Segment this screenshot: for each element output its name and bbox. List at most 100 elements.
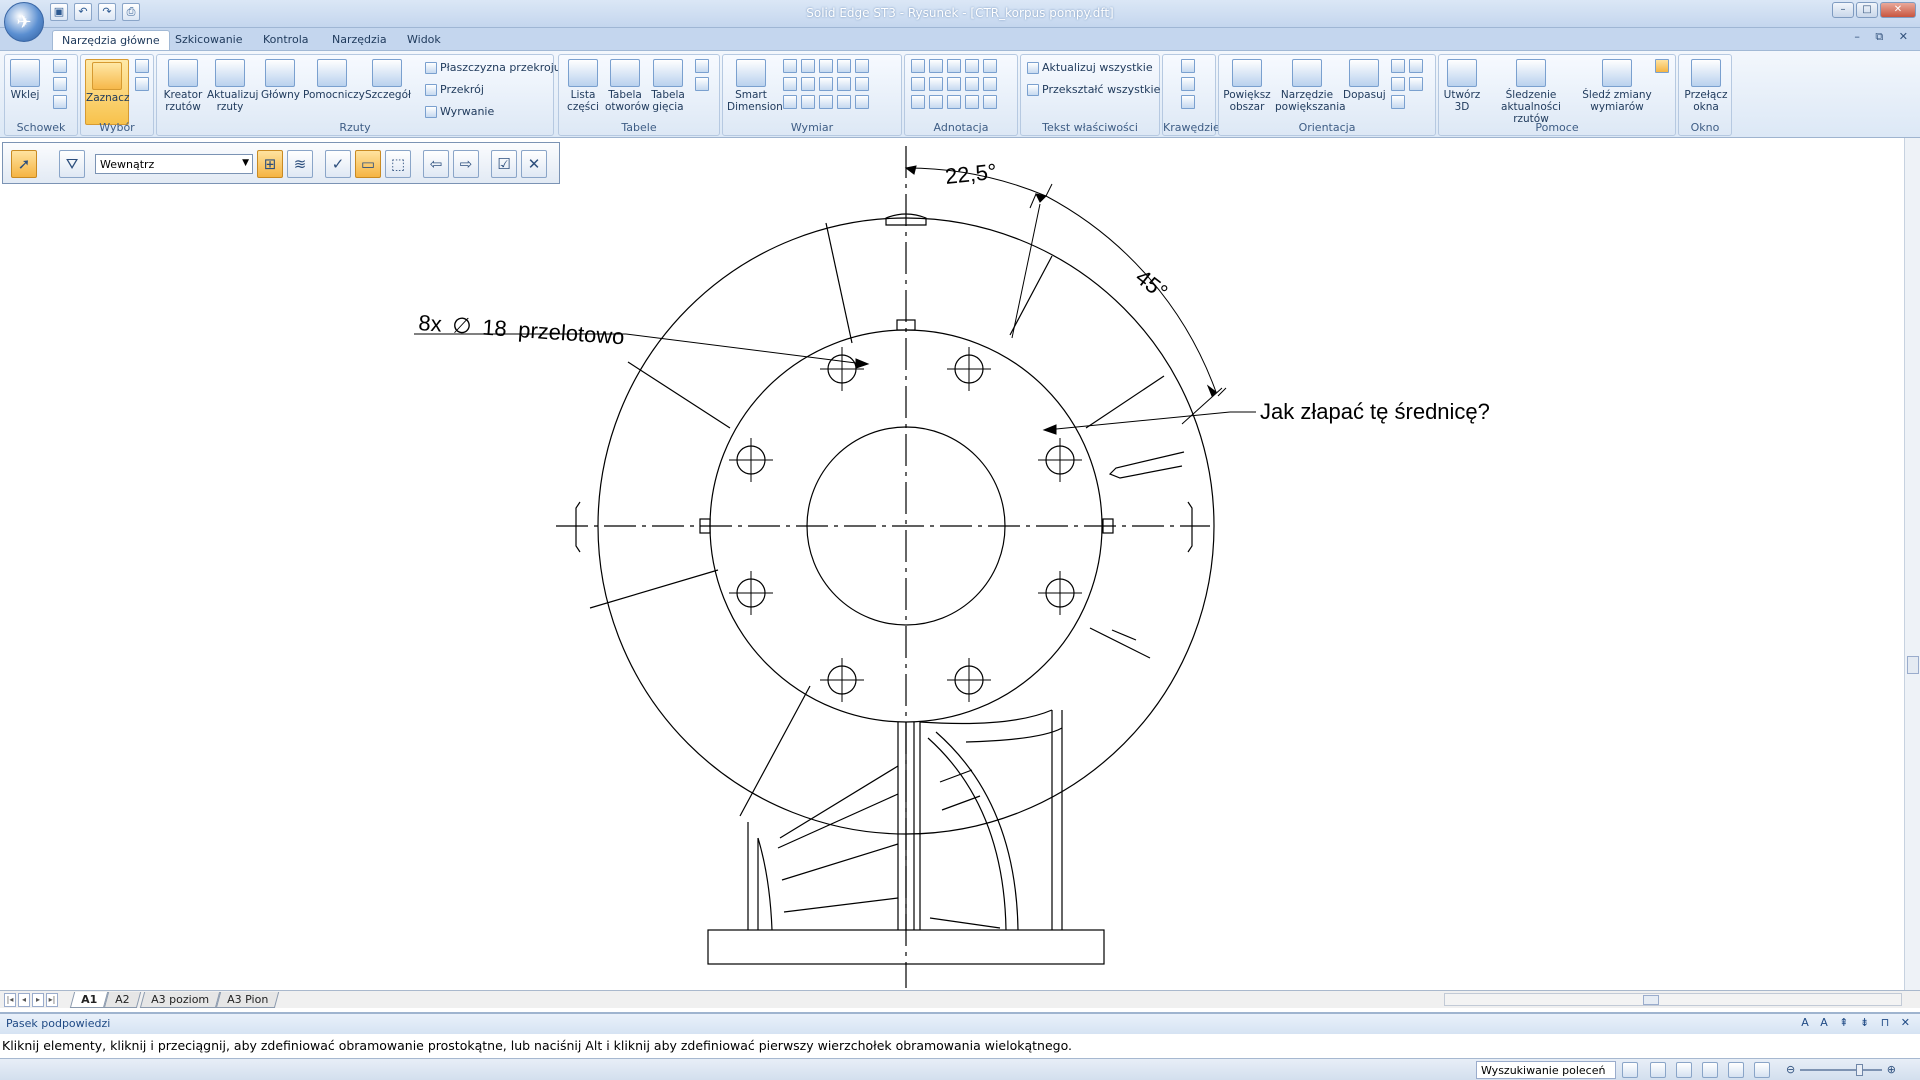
leader-icon[interactable] (911, 59, 925, 73)
callout-icon[interactable] (929, 95, 943, 109)
zoom-in-icon[interactable]: ⊕ (1887, 1063, 1896, 1076)
centerline-icon[interactable] (983, 77, 997, 91)
cancel-button[interactable]: ✕ (521, 150, 547, 178)
accept-button[interactable]: ☑ (491, 150, 517, 178)
back-button[interactable]: ⇦ (423, 150, 449, 178)
last-sheet-button[interactable]: ▸| (46, 993, 58, 1007)
track-dimension-changes-button[interactable]: Śledź zmiany wymiarów (1581, 59, 1653, 113)
select-top-button[interactable]: ⊞ (257, 150, 283, 178)
forward-button[interactable]: ⇨ (453, 150, 479, 178)
selection-filter-button[interactable]: ⛛ (59, 150, 85, 178)
check-icon[interactable] (911, 95, 925, 109)
select-layers-button[interactable]: ≋ (287, 150, 313, 178)
edge-edit-icon[interactable] (1181, 95, 1195, 109)
dim-tool-icon[interactable] (837, 95, 851, 109)
center-mark-icon[interactable] (929, 77, 943, 91)
snap-icon[interactable] (1655, 59, 1669, 73)
balloon-icon[interactable] (947, 59, 961, 73)
select-tool-icon[interactable] (135, 59, 149, 73)
rectangle-select-button[interactable]: ▭ (355, 150, 381, 178)
bend-table-button[interactable]: Tabela gięcia (649, 59, 687, 113)
section-plane-button[interactable]: Płaszczyzna przekroju (425, 61, 561, 74)
zoom-icon[interactable] (1676, 1062, 1692, 1078)
zoom-in-icon[interactable] (1391, 59, 1405, 73)
table-small-icon[interactable] (695, 59, 709, 73)
command-search-input[interactable]: Wyszukiwanie poleceń (1476, 1061, 1616, 1079)
hole-callout[interactable]: 8x ∅ 18 przelotowo (418, 310, 626, 349)
vertical-scroll-thumb[interactable] (1907, 656, 1919, 674)
zoom-area-button[interactable]: Powiększ obszar (1223, 59, 1271, 113)
question-annotation[interactable]: Jak złapać tę średnicę? (1260, 399, 1490, 424)
symbol-icon[interactable] (965, 95, 979, 109)
bolt-hole-icon[interactable] (947, 77, 961, 91)
first-sheet-button[interactable]: |◂ (4, 993, 16, 1007)
angle-dimension-22-5[interactable]: 22,5° (944, 159, 998, 189)
dim-tool-icon[interactable] (801, 77, 815, 91)
sheet-view-icon[interactable] (1754, 1062, 1770, 1078)
sheet-tab-a3-pion[interactable]: A3 Pion (215, 992, 280, 1008)
angle-dimension-45[interactable]: 45° (1131, 264, 1173, 304)
dim-tool-icon[interactable] (801, 95, 815, 109)
zoom-slider[interactable]: ⊖ ⊕ (1786, 1063, 1896, 1076)
view-tracking-button[interactable]: Śledzenie aktualności rzutów (1485, 59, 1577, 125)
doc-restore-button[interactable]: ⧉ (1875, 30, 1889, 43)
sheet-tab-a2[interactable]: A2 (103, 992, 141, 1008)
angle-icon[interactable] (801, 59, 815, 73)
edge-icon[interactable] (947, 95, 961, 109)
sheet-tab-a3-poziom[interactable]: A3 poziom (139, 992, 221, 1008)
dim-tool-icon[interactable] (855, 95, 869, 109)
convert-all-button[interactable]: Przekształć wszystkie (1027, 83, 1160, 96)
cut-icon[interactable] (53, 59, 67, 73)
view-wizard-button[interactable]: Kreator rzutów (163, 59, 203, 113)
prev-sheet-button[interactable]: ◂ (18, 993, 30, 1007)
dim-tool-icon[interactable] (819, 77, 833, 91)
hint-bar-controls[interactable]: A A ⇞ ⇟ ⊓ ✕ (1801, 1016, 1914, 1029)
principal-view-button[interactable]: Główny (261, 59, 300, 101)
horizontal-scroll-thumb[interactable] (1643, 995, 1659, 1005)
maximize-button[interactable]: □ (1856, 2, 1878, 18)
text-icon[interactable] (965, 77, 979, 91)
tab-narzedzia[interactable]: Narzędzia (323, 30, 396, 50)
refresh-icon[interactable] (1622, 1062, 1638, 1078)
horizontal-scrollbar[interactable] (1444, 993, 1902, 1006)
zoom-tool-button[interactable]: Narzędzie powiększania (1275, 59, 1346, 113)
pan-icon[interactable] (1409, 59, 1423, 73)
cube-icon[interactable] (1181, 59, 1195, 73)
sheet-tab-a1[interactable]: A1 (69, 992, 109, 1008)
cube-hidden-icon[interactable] (1181, 77, 1195, 91)
application-button[interactable]: ✈ (4, 2, 44, 42)
zoom-knob[interactable] (1856, 1064, 1863, 1076)
broken-out-button[interactable]: Wyrwanie (425, 105, 494, 118)
selection-mode-dropdown[interactable]: Wewnątrz ▼ (95, 154, 253, 174)
tab-widok[interactable]: Widok (398, 30, 450, 50)
create-3d-button[interactable]: Utwórz 3D (1443, 59, 1481, 113)
drawing-canvas[interactable]: 22,5° 45° 8x ∅ 18 przelotowo Jak złapać … (0, 138, 1904, 990)
next-sheet-button[interactable]: ▸ (32, 993, 44, 1007)
close-button[interactable]: ✕ (1880, 2, 1916, 18)
dim-tool-icon[interactable] (855, 77, 869, 91)
switch-windows-button[interactable]: Przełącz okna (1683, 59, 1729, 113)
dim-tool-icon[interactable] (783, 95, 797, 109)
doc-minimize-button[interactable]: – (1854, 30, 1866, 43)
doc-close-button[interactable]: ✕ (1899, 30, 1914, 43)
select-button[interactable]: Zaznacz (85, 59, 130, 125)
datum-icon[interactable] (929, 59, 943, 73)
pan-icon[interactable] (1702, 1062, 1718, 1078)
chamfer-icon[interactable] (855, 59, 869, 73)
dim-tool-icon[interactable] (783, 77, 797, 91)
target-icon[interactable] (983, 95, 997, 109)
detail-view-button[interactable]: Szczegół (365, 59, 411, 101)
dim-tool-icon[interactable] (819, 95, 833, 109)
zoom-out-icon[interactable]: ⊖ (1786, 1063, 1795, 1076)
edit-icon[interactable] (1391, 95, 1405, 109)
paste-button[interactable]: Wklej (9, 59, 41, 101)
tab-kontrola[interactable]: Kontrola (254, 30, 318, 50)
polygon-select-button[interactable]: ⬚ (385, 150, 411, 178)
hole-table-button[interactable]: Tabela otworów (605, 59, 650, 113)
format-icon[interactable] (53, 95, 67, 109)
dim-tool-icon[interactable] (837, 77, 851, 91)
update-all-button[interactable]: Aktualizuj wszystkie (1027, 61, 1153, 74)
surface-texture-icon[interactable] (983, 59, 997, 73)
smart-dimension-button[interactable]: Smart Dimension (727, 59, 783, 113)
tab-szkicowanie[interactable]: Szkicowanie (166, 30, 252, 50)
